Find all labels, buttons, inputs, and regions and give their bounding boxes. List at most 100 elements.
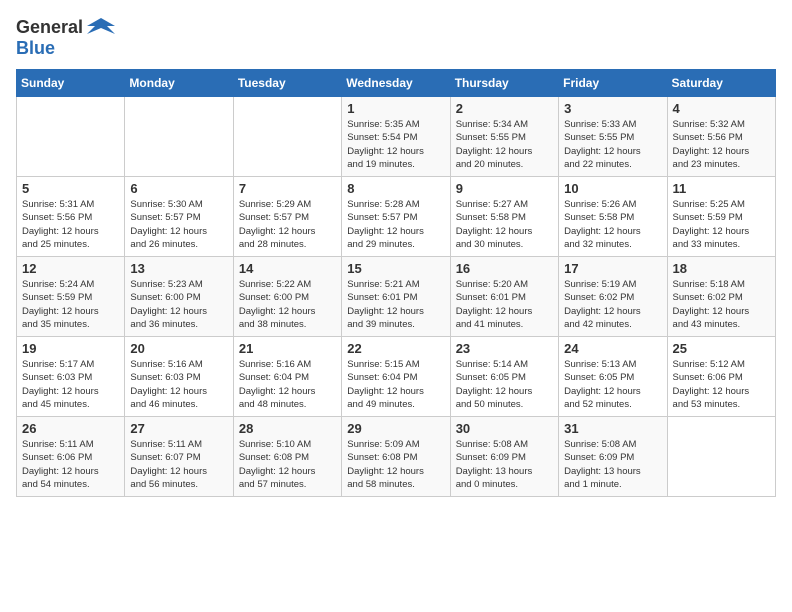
day-number: 28 — [239, 421, 336, 436]
calendar-cell: 6Sunrise: 5:30 AM Sunset: 5:57 PM Daylig… — [125, 177, 233, 257]
calendar-body: 1 Sunrise: 5:35 AM Sunset: 5:54 PM Daylig… — [17, 97, 776, 497]
calendar-cell: 13 Sunrise: 5:23 AM Sunset: 6:00 PM Dayli… — [125, 257, 233, 337]
calendar-cell: 20 Sunrise: 5:16 AM Sunset: 6:03 PM Dayli… — [125, 337, 233, 417]
calendar-cell: 14 Sunrise: 5:22 AM Sunset: 6:00 PM Dayli… — [233, 257, 341, 337]
day-number: 20 — [130, 341, 227, 356]
day-info: Sunrise: 5:08 AM Sunset: 6:09 PM Dayligh… — [564, 438, 661, 491]
day-number: 25 — [673, 341, 770, 356]
day-info: Sunrise: 5:21 AM Sunset: 6:01 PM Dayligh… — [347, 278, 444, 331]
calendar-header-tuesday: Tuesday — [233, 70, 341, 97]
calendar-cell: 26Sunrise: 5:11 AM Sunset: 6:06 PM Dayli… — [17, 417, 125, 497]
calendar-cell: 18 Sunrise: 5:18 AM Sunset: 6:02 PM Dayli… — [667, 257, 775, 337]
day-number: 5 — [22, 181, 119, 196]
day-number: 1 — [347, 101, 444, 116]
day-number: 11 — [673, 181, 770, 196]
day-info: Sunrise: 5:19 AM Sunset: 6:02 PM Dayligh… — [564, 278, 661, 331]
day-info: Sunrise: 5:29 AM Sunset: 5:57 PM Dayligh… — [239, 198, 336, 251]
day-number: 18 — [673, 261, 770, 276]
calendar-header-row: SundayMondayTuesdayWednesdayThursdayFrid… — [17, 70, 776, 97]
calendar-cell: 21 Sunrise: 5:16 AM Sunset: 6:04 PM Dayli… — [233, 337, 341, 417]
calendar-cell: 31 Sunrise: 5:08 AM Sunset: 6:09 PM Dayli… — [559, 417, 667, 497]
calendar-header-monday: Monday — [125, 70, 233, 97]
day-info: Sunrise: 5:33 AM Sunset: 5:55 PM Dayligh… — [564, 118, 661, 171]
calendar-cell: 15Sunrise: 5:21 AM Sunset: 6:01 PM Dayli… — [342, 257, 450, 337]
day-info: Sunrise: 5:13 AM Sunset: 6:05 PM Dayligh… — [564, 358, 661, 411]
day-number: 17 — [564, 261, 661, 276]
logo-bird-icon — [87, 16, 115, 38]
day-info: Sunrise: 5:20 AM Sunset: 6:01 PM Dayligh… — [456, 278, 553, 331]
day-info: Sunrise: 5:25 AM Sunset: 5:59 PM Dayligh… — [673, 198, 770, 251]
day-info: Sunrise: 5:16 AM Sunset: 6:03 PM Dayligh… — [130, 358, 227, 411]
calendar-cell: 5 Sunrise: 5:31 AM Sunset: 5:56 PM Daylig… — [17, 177, 125, 257]
day-info: Sunrise: 5:11 AM Sunset: 6:06 PM Dayligh… — [22, 438, 119, 491]
day-number: 30 — [456, 421, 553, 436]
day-info: Sunrise: 5:10 AM Sunset: 6:08 PM Dayligh… — [239, 438, 336, 491]
day-number: 8 — [347, 181, 444, 196]
calendar-week-3: 12 Sunrise: 5:24 AM Sunset: 5:59 PM Dayli… — [17, 257, 776, 337]
calendar-header-sunday: Sunday — [17, 70, 125, 97]
calendar-header-thursday: Thursday — [450, 70, 558, 97]
day-number: 19 — [22, 341, 119, 356]
day-info: Sunrise: 5:22 AM Sunset: 6:00 PM Dayligh… — [239, 278, 336, 331]
day-info: Sunrise: 5:16 AM Sunset: 6:04 PM Dayligh… — [239, 358, 336, 411]
calendar-week-2: 5 Sunrise: 5:31 AM Sunset: 5:56 PM Daylig… — [17, 177, 776, 257]
header: General Blue — [16, 16, 776, 59]
logo: General Blue — [16, 16, 115, 59]
day-number: 31 — [564, 421, 661, 436]
calendar-header-saturday: Saturday — [667, 70, 775, 97]
calendar-cell: 2Sunrise: 5:34 AM Sunset: 5:55 PM Daylig… — [450, 97, 558, 177]
day-info: Sunrise: 5:11 AM Sunset: 6:07 PM Dayligh… — [130, 438, 227, 491]
day-number: 22 — [347, 341, 444, 356]
day-number: 7 — [239, 181, 336, 196]
day-number: 21 — [239, 341, 336, 356]
calendar-cell — [17, 97, 125, 177]
calendar-week-5: 26Sunrise: 5:11 AM Sunset: 6:06 PM Dayli… — [17, 417, 776, 497]
calendar-cell: 4Sunrise: 5:32 AM Sunset: 5:56 PM Daylig… — [667, 97, 775, 177]
calendar-cell: 12 Sunrise: 5:24 AM Sunset: 5:59 PM Dayli… — [17, 257, 125, 337]
day-info: Sunrise: 5:35 AM Sunset: 5:54 PM Dayligh… — [347, 118, 444, 171]
day-info: Sunrise: 5:15 AM Sunset: 6:04 PM Dayligh… — [347, 358, 444, 411]
calendar-cell — [125, 97, 233, 177]
calendar-header-friday: Friday — [559, 70, 667, 97]
day-info: Sunrise: 5:18 AM Sunset: 6:02 PM Dayligh… — [673, 278, 770, 331]
logo-general: General — [16, 17, 83, 38]
day-number: 12 — [22, 261, 119, 276]
calendar-cell — [667, 417, 775, 497]
calendar-cell: 7 Sunrise: 5:29 AM Sunset: 5:57 PM Daylig… — [233, 177, 341, 257]
day-number: 3 — [564, 101, 661, 116]
calendar-cell: 23 Sunrise: 5:14 AM Sunset: 6:05 PM Dayli… — [450, 337, 558, 417]
day-number: 9 — [456, 181, 553, 196]
day-number: 13 — [130, 261, 227, 276]
calendar-cell: 19 Sunrise: 5:17 AM Sunset: 6:03 PM Dayli… — [17, 337, 125, 417]
calendar-cell: 10Sunrise: 5:26 AM Sunset: 5:58 PM Dayli… — [559, 177, 667, 257]
day-info: Sunrise: 5:12 AM Sunset: 6:06 PM Dayligh… — [673, 358, 770, 411]
day-info: Sunrise: 5:24 AM Sunset: 5:59 PM Dayligh… — [22, 278, 119, 331]
calendar-cell: 9 Sunrise: 5:27 AM Sunset: 5:58 PM Daylig… — [450, 177, 558, 257]
day-info: Sunrise: 5:23 AM Sunset: 6:00 PM Dayligh… — [130, 278, 227, 331]
day-info: Sunrise: 5:34 AM Sunset: 5:55 PM Dayligh… — [456, 118, 553, 171]
day-info: Sunrise: 5:31 AM Sunset: 5:56 PM Dayligh… — [22, 198, 119, 251]
day-number: 23 — [456, 341, 553, 356]
calendar-cell: 27 Sunrise: 5:11 AM Sunset: 6:07 PM Dayli… — [125, 417, 233, 497]
day-info: Sunrise: 5:32 AM Sunset: 5:56 PM Dayligh… — [673, 118, 770, 171]
day-number: 24 — [564, 341, 661, 356]
day-info: Sunrise: 5:30 AM Sunset: 5:57 PM Dayligh… — [130, 198, 227, 251]
day-number: 16 — [456, 261, 553, 276]
calendar-cell: 8 Sunrise: 5:28 AM Sunset: 5:57 PM Daylig… — [342, 177, 450, 257]
calendar-cell — [233, 97, 341, 177]
day-info: Sunrise: 5:08 AM Sunset: 6:09 PM Dayligh… — [456, 438, 553, 491]
day-number: 14 — [239, 261, 336, 276]
calendar-table: SundayMondayTuesdayWednesdayThursdayFrid… — [16, 69, 776, 497]
day-number: 10 — [564, 181, 661, 196]
calendar-cell: 25 Sunrise: 5:12 AM Sunset: 6:06 PM Dayli… — [667, 337, 775, 417]
calendar-cell: 28 Sunrise: 5:10 AM Sunset: 6:08 PM Dayli… — [233, 417, 341, 497]
calendar-cell: 1 Sunrise: 5:35 AM Sunset: 5:54 PM Daylig… — [342, 97, 450, 177]
calendar-cell: 11 Sunrise: 5:25 AM Sunset: 5:59 PM Dayli… — [667, 177, 775, 257]
day-info: Sunrise: 5:09 AM Sunset: 6:08 PM Dayligh… — [347, 438, 444, 491]
calendar-header-wednesday: Wednesday — [342, 70, 450, 97]
day-info: Sunrise: 5:14 AM Sunset: 6:05 PM Dayligh… — [456, 358, 553, 411]
day-info: Sunrise: 5:17 AM Sunset: 6:03 PM Dayligh… — [22, 358, 119, 411]
day-info: Sunrise: 5:27 AM Sunset: 5:58 PM Dayligh… — [456, 198, 553, 251]
day-info: Sunrise: 5:28 AM Sunset: 5:57 PM Dayligh… — [347, 198, 444, 251]
day-number: 27 — [130, 421, 227, 436]
